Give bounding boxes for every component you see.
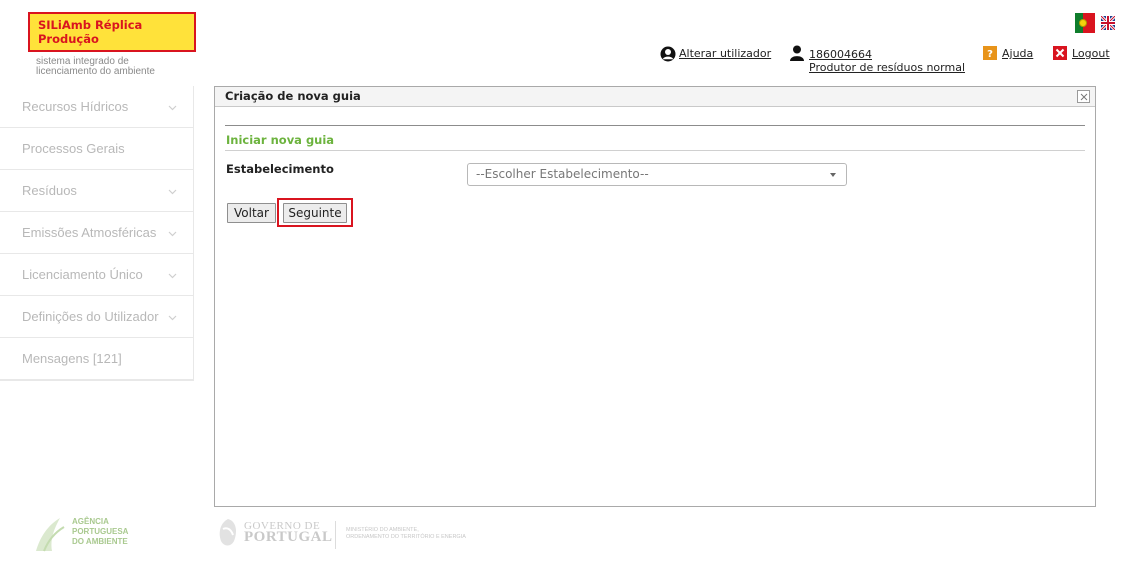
help-icon[interactable]: ?: [983, 46, 997, 60]
apa-leaf-icon: [36, 518, 65, 552]
user-id-link[interactable]: 186004664: [809, 48, 872, 61]
divider: [225, 125, 1085, 126]
government-emblem-icon: [219, 519, 236, 546]
help-link[interactable]: Ajuda: [1002, 47, 1033, 60]
sidebar: Recursos Hídricos Processos Gerais Resíd…: [0, 86, 194, 381]
user-icon: [790, 45, 804, 61]
sidebar-item-residuos[interactable]: Resíduos: [0, 170, 193, 212]
sidebar-item-recursos-hidricos[interactable]: Recursos Hídricos: [0, 86, 193, 128]
sidebar-item-licenciamento-unico[interactable]: Licenciamento Único: [0, 254, 193, 296]
chevron-down-icon: [168, 273, 177, 279]
panel-header: Criação de nova guia: [215, 87, 1095, 107]
section-title: Iniciar nova guia: [226, 133, 335, 147]
chevron-down-icon: [168, 105, 177, 111]
new-guide-panel: Criação de nova guia Iniciar nova guia E…: [214, 86, 1096, 507]
sidebar-item-mensagens[interactable]: Mensagens [121]: [0, 338, 193, 380]
change-user-icon[interactable]: [660, 46, 676, 62]
language-switcher: [1075, 13, 1115, 33]
brand-logo[interactable]: SILiAmb Réplica Produção: [28, 12, 196, 52]
chevron-down-icon: [168, 315, 177, 321]
chevron-down-icon: [168, 189, 177, 195]
next-button[interactable]: Seguinte: [283, 203, 347, 223]
caret-down-icon: [830, 173, 836, 177]
close-button[interactable]: [1077, 90, 1090, 103]
government-logo: GOVERNO DE PORTUGAL MINISTÉRIO DO AMBIEN…: [216, 515, 506, 555]
logout-link[interactable]: Logout: [1072, 47, 1110, 60]
change-user-link[interactable]: Alterar utilizador: [679, 47, 771, 60]
brand-title: SILiAmb Réplica Produção: [38, 18, 143, 46]
svg-text:?: ?: [987, 49, 993, 60]
logout-icon[interactable]: [1053, 46, 1067, 60]
sidebar-item-definicoes-utilizador[interactable]: Definições do Utilizador: [0, 296, 193, 338]
portugal-flag-icon[interactable]: [1075, 13, 1095, 33]
brand-subtitle: sistema integrado de licenciamento do am…: [36, 56, 155, 77]
next-button-highlight: Seguinte: [277, 198, 353, 227]
establishment-select[interactable]: --Escolher Estabelecimento--: [467, 163, 847, 186]
section-divider: [225, 150, 1085, 151]
sidebar-item-emissoes-atmosfericas[interactable]: Emissões Atmosféricas: [0, 212, 193, 254]
establishment-select-value: --Escolher Estabelecimento--: [476, 167, 649, 181]
chevron-down-icon: [168, 231, 177, 237]
user-role-link[interactable]: Produtor de resíduos normal: [809, 61, 965, 74]
apa-logo: AGÊNCIA PORTUGUESA DO AMBIENTE: [30, 515, 190, 555]
sidebar-item-processos-gerais[interactable]: Processos Gerais: [0, 128, 193, 170]
panel-title: Criação de nova guia: [225, 89, 361, 103]
uk-flag-icon[interactable]: [1101, 16, 1115, 30]
close-icon: [1080, 93, 1087, 100]
establishment-label: Estabelecimento: [226, 162, 334, 176]
back-button[interactable]: Voltar: [227, 203, 276, 223]
